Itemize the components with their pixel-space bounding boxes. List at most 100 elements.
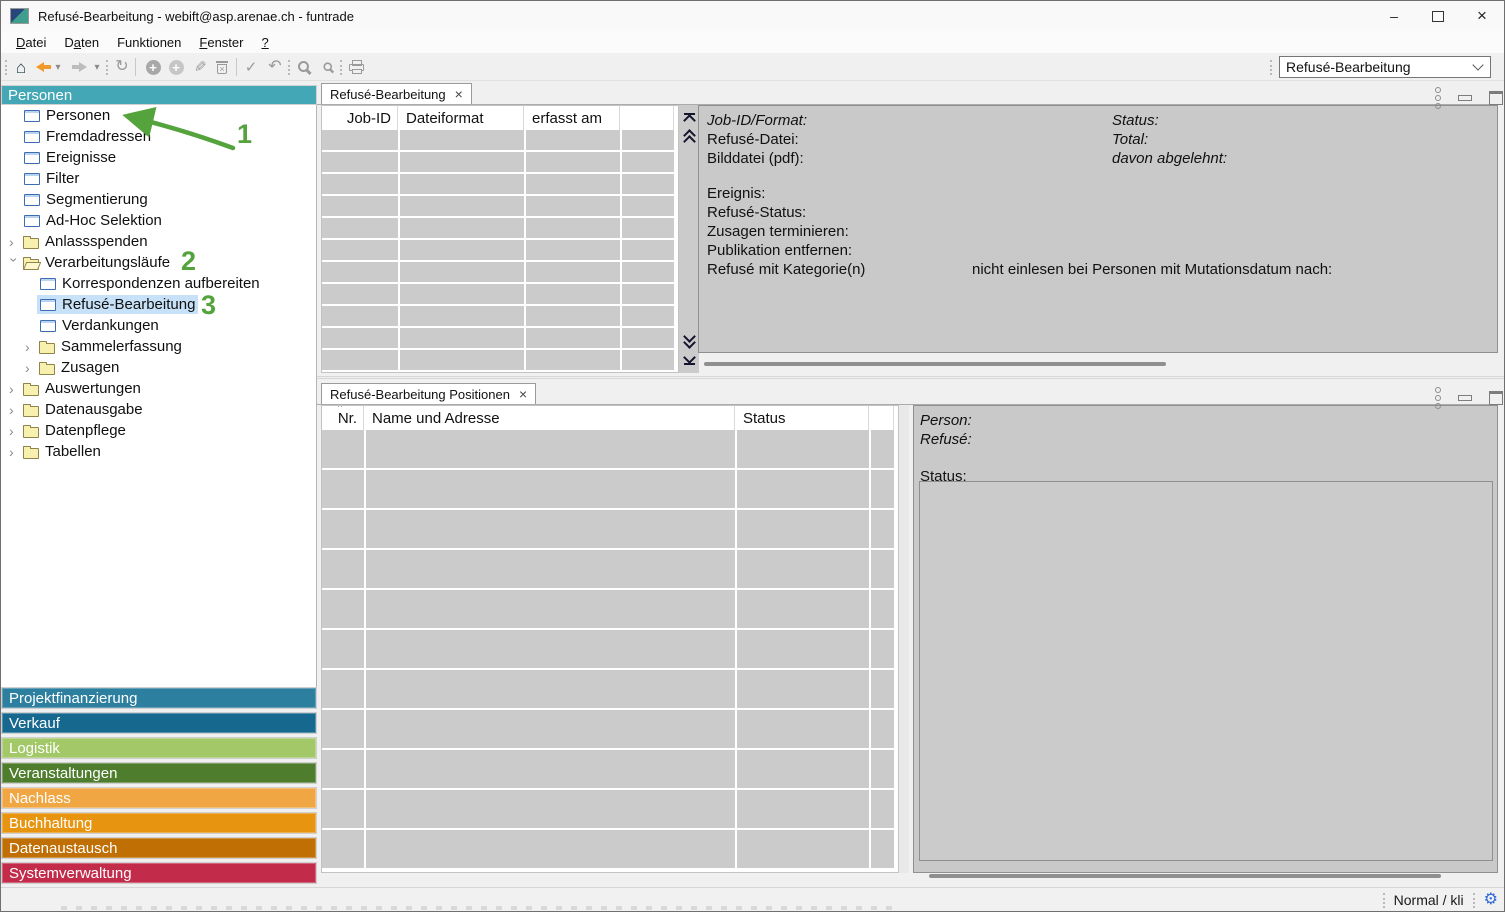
- menu-item-daten[interactable]: Daten: [55, 33, 108, 52]
- column-header-name-und-adresse[interactable]: Name und Adresse: [366, 406, 735, 430]
- menu-item-fenster[interactable]: Fenster: [190, 33, 252, 52]
- refresh-button[interactable]: ↻: [111, 53, 133, 81]
- tree-item-segmentierung[interactable]: Segmentierung: [1, 189, 316, 210]
- confirm-button[interactable]: ✓: [240, 53, 262, 81]
- panel-menu-icon[interactable]: [1435, 87, 1441, 109]
- scroll-to-bottom-button[interactable]: [684, 353, 695, 365]
- chevron-collapsed-icon[interactable]: ›: [9, 382, 20, 396]
- sidebar-header[interactable]: Personen: [1, 85, 317, 105]
- panel-maximize-icon[interactable]: [1489, 391, 1503, 405]
- undo-button[interactable]: ↶: [264, 53, 286, 81]
- column-header-blank[interactable]: [871, 406, 894, 430]
- tree-item-verarbeitungsläufe[interactable]: ›Verarbeitungsläufe: [1, 252, 316, 273]
- toolbar-grip[interactable]: [288, 60, 290, 75]
- chevron-collapsed-icon[interactable]: ›: [9, 424, 20, 438]
- forward-button[interactable]: [68, 53, 90, 81]
- column-header-nr[interactable]: ˆNr.: [322, 406, 364, 430]
- back-dropdown[interactable]: ▾: [51, 53, 65, 81]
- field-label: Ereignis:: [707, 185, 765, 202]
- add-secondary-button[interactable]: +: [165, 53, 187, 81]
- toolbar-grip[interactable]: [340, 60, 342, 75]
- tree-item-filter[interactable]: Filter: [1, 168, 316, 189]
- column-header-dateiformat[interactable]: Dateiformat: [400, 106, 524, 130]
- tree-item-label: Auswertungen: [45, 380, 141, 397]
- menu-bar: DateiDatenFunktionenFenster?: [1, 31, 1504, 53]
- column-header-blank[interactable]: [622, 106, 674, 130]
- add-button[interactable]: +: [142, 53, 164, 81]
- panel-maximize-icon[interactable]: [1489, 91, 1503, 105]
- home-button[interactable]: ⌂: [9, 53, 33, 81]
- scroll-to-top-button[interactable]: [684, 113, 695, 125]
- tree-item-fremdadressen[interactable]: Fremdadressen: [1, 126, 316, 147]
- tab-refuse-bearbeitung-positionen[interactable]: Refusé-Bearbeitung Positionen ×: [321, 383, 536, 404]
- column-header-erfasst-am[interactable]: erfasst am: [526, 106, 620, 130]
- navigation-tree: PersonenFremdadressenEreignisseFilter Seg…: [1, 105, 317, 687]
- window-icon: [40, 278, 56, 290]
- column-header-status[interactable]: Status: [737, 406, 869, 430]
- tree-item-sammelerfassung[interactable]: ›Sammelerfassung: [1, 336, 316, 357]
- module-buchhaltung[interactable]: Buchhaltung: [1, 812, 317, 834]
- chevron-collapsed-icon[interactable]: ›: [9, 403, 20, 417]
- tab-close-icon[interactable]: ×: [519, 386, 527, 402]
- print-button[interactable]: [345, 53, 369, 81]
- tree-item-verdankungen[interactable]: Verdankungen: [1, 315, 316, 336]
- folder-icon: [23, 448, 39, 459]
- column-header-job-id[interactable]: Job-ID: [322, 106, 398, 130]
- tab-close-icon[interactable]: ×: [455, 86, 463, 102]
- module-verkauf[interactable]: Verkauf: [1, 712, 317, 734]
- chevron-collapsed-icon[interactable]: ›: [25, 340, 36, 354]
- forward-dropdown[interactable]: ▾: [90, 53, 104, 81]
- tree-item-ereignisse[interactable]: Ereignisse: [1, 147, 316, 168]
- tree-item-personen[interactable]: Personen: [1, 105, 316, 126]
- menu-item-datei[interactable]: Datei: [7, 33, 55, 52]
- module-systemverwaltung[interactable]: Systemverwaltung: [1, 862, 317, 884]
- chevron-collapsed-icon[interactable]: ›: [9, 445, 20, 459]
- module-logistik[interactable]: Logistik: [1, 737, 317, 759]
- tree-item-korrespondenzen-aufbereiten[interactable]: Korrespondenzen aufbereiten: [1, 273, 316, 294]
- tree-item-anlassspenden[interactable]: ›Anlassspenden: [1, 231, 316, 252]
- search-button[interactable]: [293, 53, 315, 81]
- panel-menu-icon[interactable]: [1435, 387, 1441, 409]
- chevron-expanded-icon[interactable]: ›: [8, 257, 22, 268]
- page-down-button[interactable]: [685, 332, 694, 347]
- tree-item-label: Segmentierung: [46, 191, 148, 208]
- maximize-icon: [1432, 11, 1444, 22]
- module-projektfinanzierung[interactable]: Projektfinanzierung: [1, 687, 317, 709]
- edit-button[interactable]: ✎: [189, 53, 211, 81]
- module-veranstaltungen[interactable]: Veranstaltungen: [1, 762, 317, 784]
- tree-item-ad-hoc-selektion[interactable]: Ad-Hoc Selektion: [1, 210, 316, 231]
- vertical-scrollbar[interactable]: [899, 405, 909, 873]
- module-nachlass[interactable]: Nachlass: [1, 787, 317, 809]
- chevron-collapsed-icon[interactable]: ›: [9, 235, 20, 249]
- tree-item-auswertungen[interactable]: › Auswertungen: [1, 378, 316, 399]
- toolbar-grip[interactable]: [106, 60, 108, 75]
- delete-button[interactable]: ×: [211, 53, 233, 81]
- horizontal-scrollbar-thumb[interactable]: [929, 874, 1441, 878]
- page-up-button[interactable]: [685, 131, 694, 146]
- menu-item-[interactable]: ?: [252, 33, 277, 52]
- settings-gear-icon[interactable]: ⚙: [1484, 892, 1498, 908]
- toolbar-grip[interactable]: [1270, 60, 1272, 75]
- toolbar-grip[interactable]: [5, 60, 7, 75]
- tree-item-refusé-bearbeitung[interactable]: Refusé-Bearbeitung: [1, 294, 316, 315]
- tree-item-tabellen[interactable]: ›Tabellen: [1, 441, 316, 462]
- search-small-button[interactable]: [317, 53, 339, 81]
- maximize-button[interactable]: [1416, 1, 1460, 31]
- tree-item-datenausgabe[interactable]: ›Datenausgabe: [1, 399, 316, 420]
- status-text-area[interactable]: [919, 481, 1493, 861]
- menu-item-funktionen[interactable]: Funktionen: [108, 33, 190, 52]
- horizontal-scrollbar-thumb[interactable]: [704, 362, 1166, 366]
- close-button[interactable]: ×: [1460, 1, 1504, 31]
- tree-item-datenpflege[interactable]: ›Datenpflege: [1, 420, 316, 441]
- field-label: davon abgelehnt:: [1112, 150, 1227, 167]
- tree-item-zusagen[interactable]: ›Zusagen: [1, 357, 316, 378]
- minimize-button[interactable]: –: [1372, 1, 1416, 31]
- chevron-collapsed-icon[interactable]: ›: [25, 361, 36, 375]
- tab-refuse-bearbeitung[interactable]: Refusé-Bearbeitung ×: [321, 83, 472, 104]
- close-icon: ×: [1477, 6, 1487, 26]
- panel-minimize-icon[interactable]: [1458, 395, 1472, 401]
- context-selector[interactable]: Refusé-Bearbeitung: [1279, 56, 1491, 78]
- search-icon: [297, 60, 312, 75]
- module-datenaustausch[interactable]: Datenaustausch: [1, 837, 317, 859]
- panel-minimize-icon[interactable]: [1458, 95, 1472, 101]
